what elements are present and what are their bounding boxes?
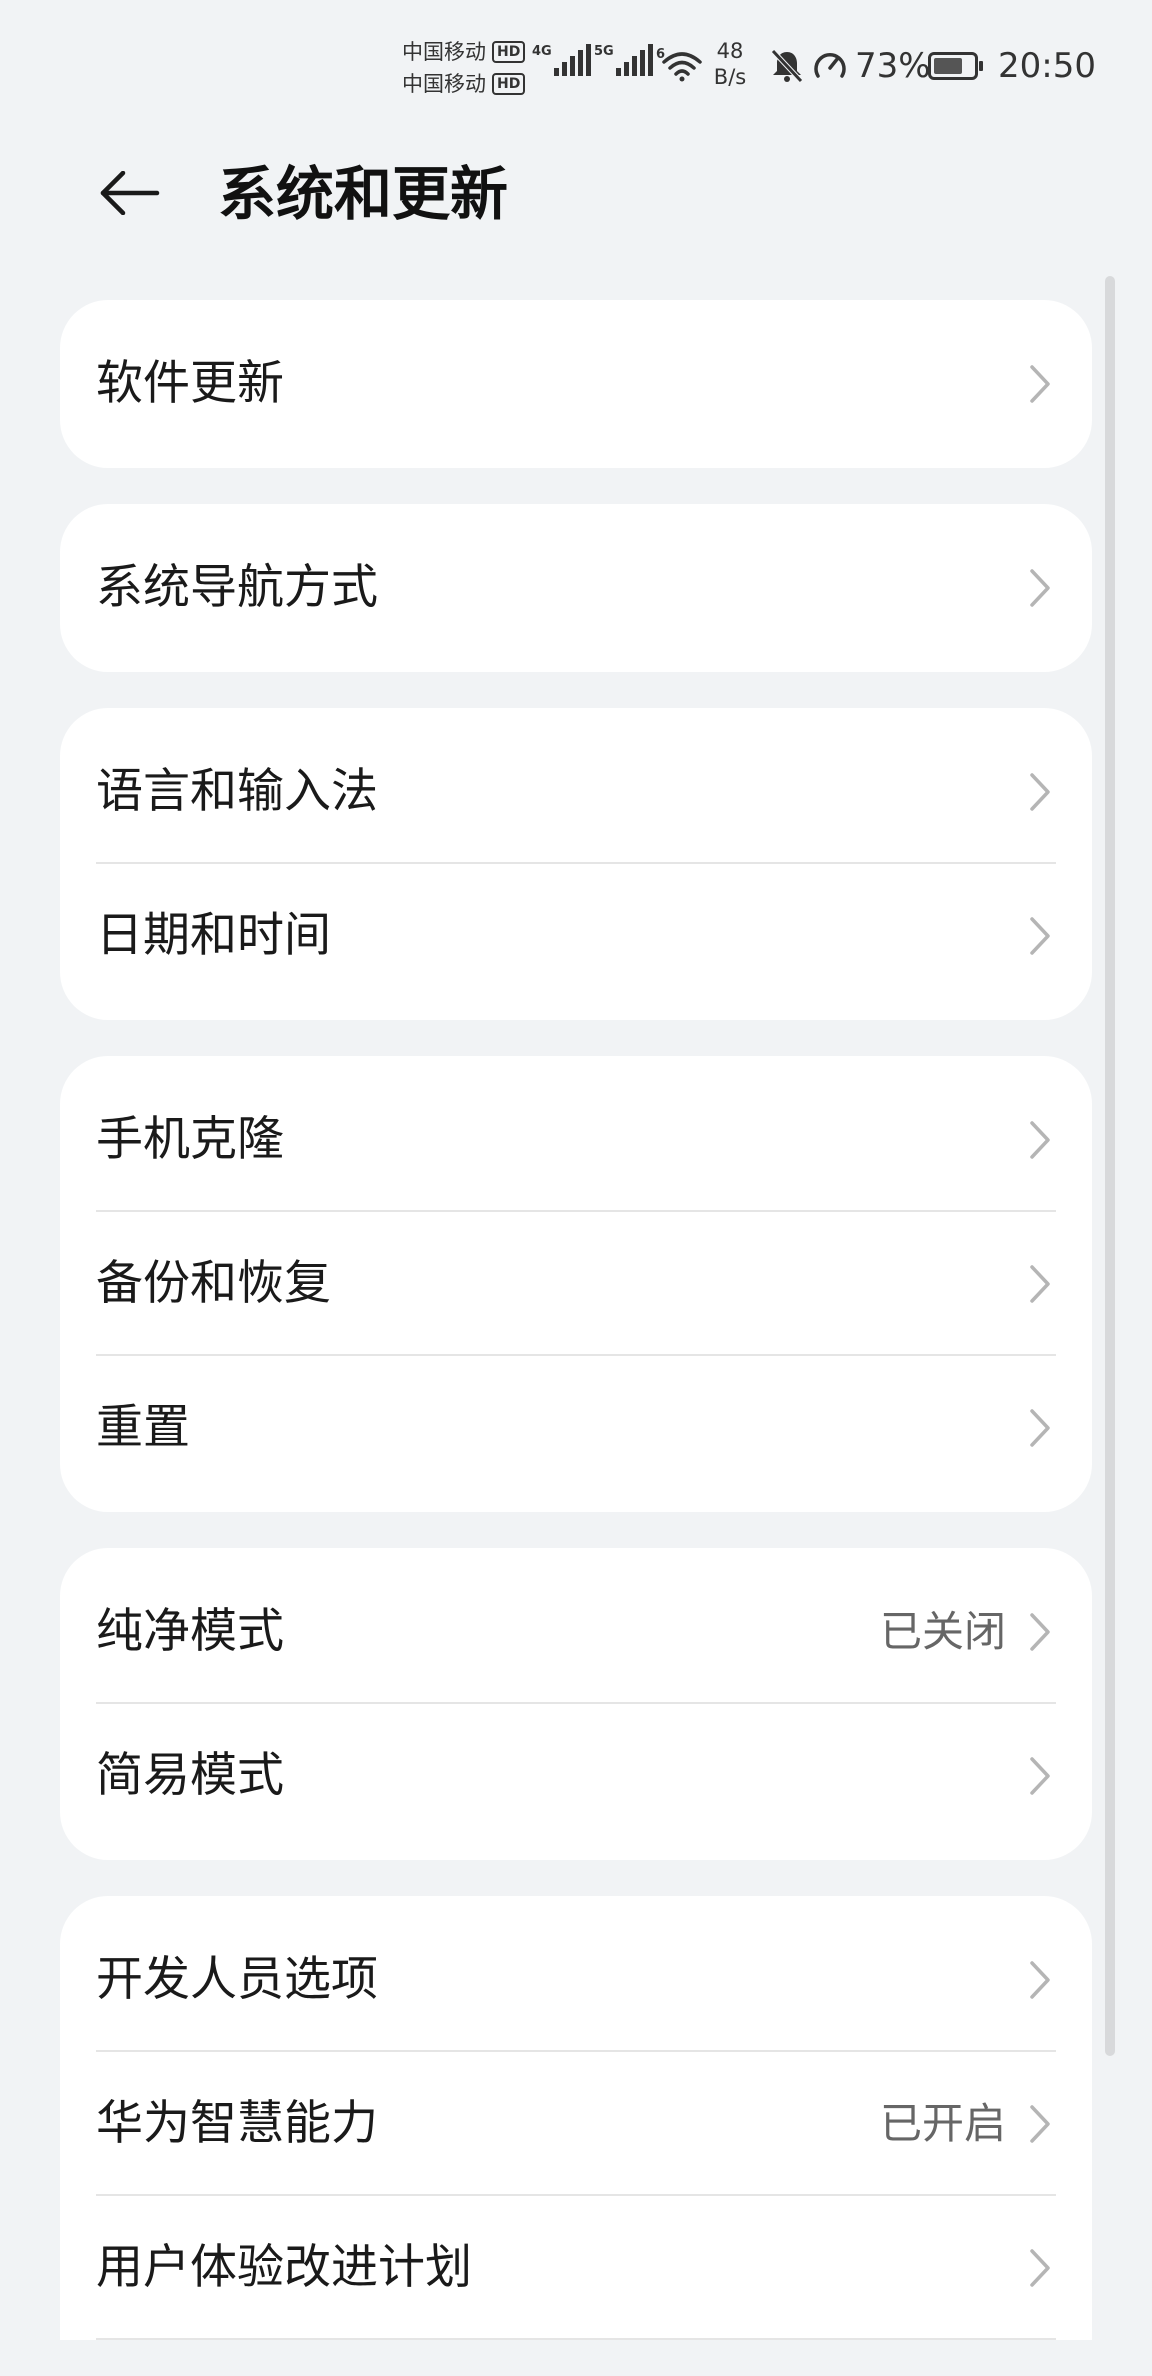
cellular-signal-2-icon: 5G [594, 44, 656, 76]
settings-item-label: 语言和输入法 [96, 764, 378, 819]
network-type-1: 4G [532, 44, 552, 59]
scrollbar[interactable] [1105, 276, 1115, 2056]
settings-item-label: 系统导航方式 [96, 560, 378, 615]
settings-item-reset[interactable]: 重置 [60, 1356, 1092, 1500]
carrier-name-1: 中国移动 [402, 40, 486, 64]
settings-item-label: 华为智慧能力 [96, 2096, 378, 2151]
battery-percent: 73% [855, 46, 931, 86]
page-title: 系统和更新 [218, 160, 509, 228]
settings-list: 软件更新 系统导航方式 语言和输入法 日期和时间 手机克隆 备份和恢复 重置 纯… [60, 300, 1092, 2376]
chevron-right-icon [1026, 566, 1054, 610]
performance-gauge-icon [812, 48, 848, 88]
settings-item-label: 开发人员选项 [96, 1952, 378, 2007]
carrier-info: 中国移动 HD 中国移动 HD [402, 36, 526, 100]
battery-icon [928, 52, 983, 80]
chevron-right-icon [1026, 1958, 1054, 2002]
settings-item-developer-options[interactable]: 开发人员选项 [60, 1908, 1092, 2052]
chevron-right-icon [1026, 1406, 1054, 1450]
wifi-label: 6 [656, 47, 665, 62]
page-header: 系统和更新 [0, 140, 1152, 250]
hd-badge-2: HD [492, 73, 526, 95]
settings-item-label: 软件更新 [96, 356, 284, 411]
clock: 20:50 [998, 46, 1096, 86]
settings-card-backup: 手机克隆 备份和恢复 重置 [60, 1056, 1092, 1512]
settings-item-phone-clone[interactable]: 手机克隆 [60, 1068, 1092, 1212]
chevron-right-icon [1026, 1754, 1054, 1798]
chevron-right-icon [1026, 914, 1054, 958]
settings-item-user-experience[interactable]: 用户体验改进计划 [60, 2196, 1092, 2340]
settings-item-label: 纯净模式 [96, 1604, 284, 1659]
chevron-right-icon [1026, 2102, 1054, 2146]
chevron-right-icon [1026, 1262, 1054, 1306]
settings-item-label: 用户体验改进计划 [96, 2240, 472, 2295]
settings-item-label: 手机克隆 [96, 1112, 284, 1167]
settings-item-label: 简易模式 [96, 1748, 284, 1803]
speed-unit: B/s [713, 65, 747, 89]
settings-item-status: 已开启 [879, 2099, 1006, 2148]
settings-item-date-time[interactable]: 日期和时间 [60, 864, 1092, 1008]
status-bar: 中国移动 HD 中国移动 HD 4G 5G 6 48 B/s 73% 20:50 [0, 0, 1152, 130]
arrow-left-icon [99, 170, 161, 219]
chevron-right-icon [1026, 770, 1054, 814]
bell-off-icon [770, 48, 804, 88]
cellular-signal-1-icon: 4G [532, 44, 594, 76]
settings-item-software-update[interactable]: 软件更新 [60, 300, 1092, 468]
settings-item-backup-restore[interactable]: 备份和恢复 [60, 1212, 1092, 1356]
carrier-name-2: 中国移动 [402, 72, 486, 96]
settings-card-language-date: 语言和输入法 日期和时间 [60, 708, 1092, 1020]
chevron-right-icon [1026, 362, 1054, 406]
network-speed: 48 B/s [710, 38, 750, 90]
settings-card-modes: 纯净模式 已关闭 简易模式 [60, 1548, 1092, 1860]
speed-value: 48 [716, 39, 744, 63]
settings-item-huawei-intelligence[interactable]: 华为智慧能力 已开启 [60, 2052, 1092, 2196]
settings-item-pure-mode[interactable]: 纯净模式 已关闭 [60, 1560, 1092, 1704]
settings-item-simple-mode[interactable]: 简易模式 [60, 1704, 1092, 1848]
chevron-right-icon [1026, 1118, 1054, 1162]
settings-card-software-update: 软件更新 [60, 300, 1092, 468]
settings-item-label: 重置 [96, 1400, 190, 1455]
hd-badge-1: HD [492, 41, 526, 63]
settings-item-label: 备份和恢复 [96, 1256, 331, 1311]
divider [96, 2338, 1056, 2340]
settings-card-navigation: 系统导航方式 [60, 504, 1092, 672]
wifi-icon: 6 [656, 46, 702, 86]
back-button[interactable] [90, 160, 170, 230]
chevron-right-icon [1026, 1610, 1054, 1654]
settings-card-advanced: 开发人员选项 华为智慧能力 已开启 用户体验改进计划 [60, 1896, 1092, 2340]
settings-item-status: 已关闭 [879, 1607, 1006, 1656]
settings-item-language-input[interactable]: 语言和输入法 [60, 720, 1092, 864]
settings-item-label: 日期和时间 [96, 908, 331, 963]
network-type-2: 5G [594, 44, 614, 59]
settings-item-system-navigation[interactable]: 系统导航方式 [60, 504, 1092, 672]
chevron-right-icon [1026, 2246, 1054, 2290]
